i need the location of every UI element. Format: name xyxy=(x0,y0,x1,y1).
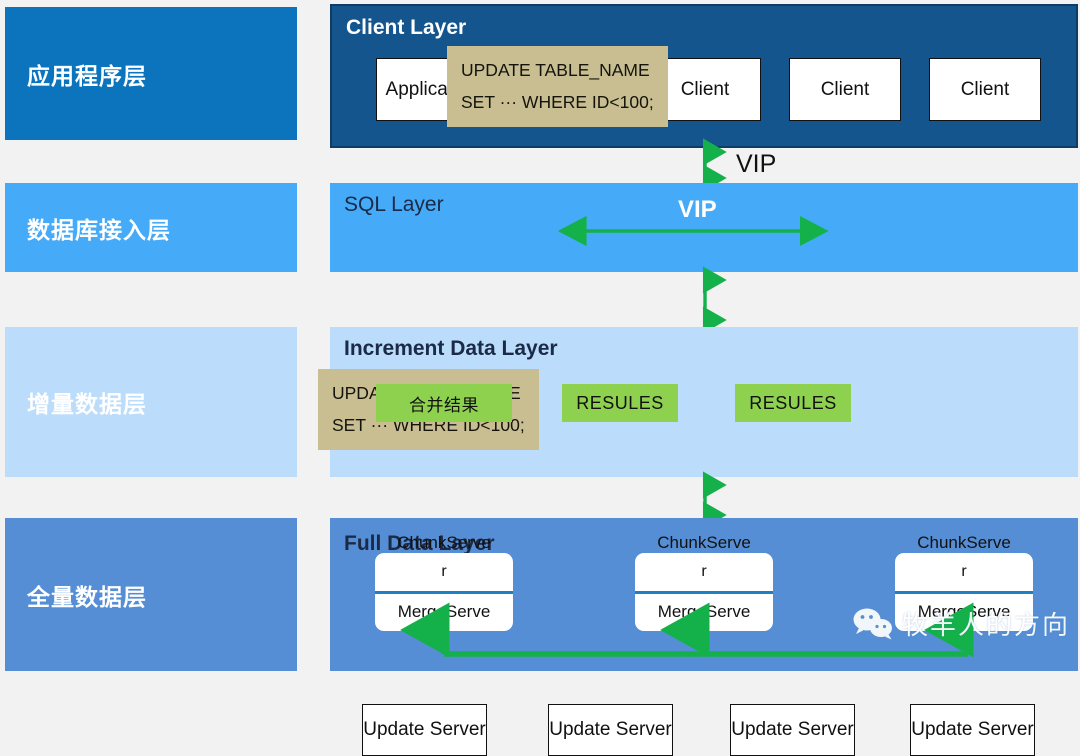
sql-layer-title: SQL Layer xyxy=(344,193,444,216)
chip-merge-result-label: 合并结果 xyxy=(409,395,479,415)
sidebar-label-application-layer: 应用程序层 xyxy=(27,62,147,89)
sidebar-item-increment-data-layer: 增量数据层 xyxy=(5,327,297,477)
arrow-sql-to-increment xyxy=(702,266,727,334)
architecture-diagram: 应用程序层 数据库接入层 增量数据层 全量数据层 Client Layer Ap… xyxy=(0,0,1080,756)
node-update-server-4-label: Update Server xyxy=(911,719,1034,741)
sidebar-label-full-data-layer: 全量数据层 xyxy=(27,583,147,610)
full-data-layer-panel: Full Data Layer ChunkServe r MergeServe … xyxy=(330,518,1078,671)
increment-layer-title: Increment Data Layer xyxy=(344,337,558,360)
sidebar-label-database-access-layer: 数据库接入层 xyxy=(27,216,171,243)
node-update-server-1-label: Update Server xyxy=(363,719,486,741)
chunkserver-bus-arrows xyxy=(400,602,974,658)
sidebar-item-full-data-layer: 全量数据层 xyxy=(5,518,297,671)
node-client-2[interactable]: Client xyxy=(789,58,901,121)
client-layer-title: Client Layer xyxy=(346,16,467,39)
node-update-server-4[interactable]: Update Server xyxy=(910,704,1035,756)
node-update-server-1[interactable]: Update Server xyxy=(362,704,487,756)
vip-arrow-client-to-sql xyxy=(702,138,727,192)
node-client-3[interactable]: Client xyxy=(929,58,1041,121)
sql-callout-top-line2: SET ··· WHERE ID<100; xyxy=(461,92,654,113)
node-update-server-3-label: Update Server xyxy=(731,719,854,741)
sidebar-item-application-layer: 应用程序层 xyxy=(5,7,297,140)
node-update-server-2-label: Update Server xyxy=(549,719,672,741)
chip-resules-1: RESULES xyxy=(562,384,678,422)
node-update-server-2[interactable]: Update Server xyxy=(548,704,673,756)
client-layer-panel: Client Layer Application Client Client C… xyxy=(330,4,1078,148)
chip-resules-1-label: RESULES xyxy=(576,392,664,413)
arrow-increment-to-full xyxy=(702,471,727,529)
sql-callout-top: UPDATE TABLE_NAME SET ··· WHERE ID<100; xyxy=(447,46,668,127)
sidebar-label-increment-data-layer: 增量数据层 xyxy=(27,391,147,417)
node-client-1-label: Client xyxy=(680,78,730,100)
chip-merge-result: 合并结果 xyxy=(376,384,512,422)
vip-label-proxy: VIP xyxy=(678,196,717,223)
chip-resules-2: RESULES xyxy=(735,384,851,422)
chip-resules-2-label: RESULES xyxy=(749,392,837,413)
node-client-2-label: Client xyxy=(820,78,870,100)
node-client-3-label: Client xyxy=(960,78,1010,100)
sidebar-item-database-access-layer: 数据库接入层 xyxy=(5,183,297,272)
node-update-server-3[interactable]: Update Server xyxy=(730,704,855,756)
vip-label-client-sql: VIP xyxy=(736,150,777,178)
sql-callout-top-line1: UPDATE TABLE_NAME xyxy=(461,60,650,80)
